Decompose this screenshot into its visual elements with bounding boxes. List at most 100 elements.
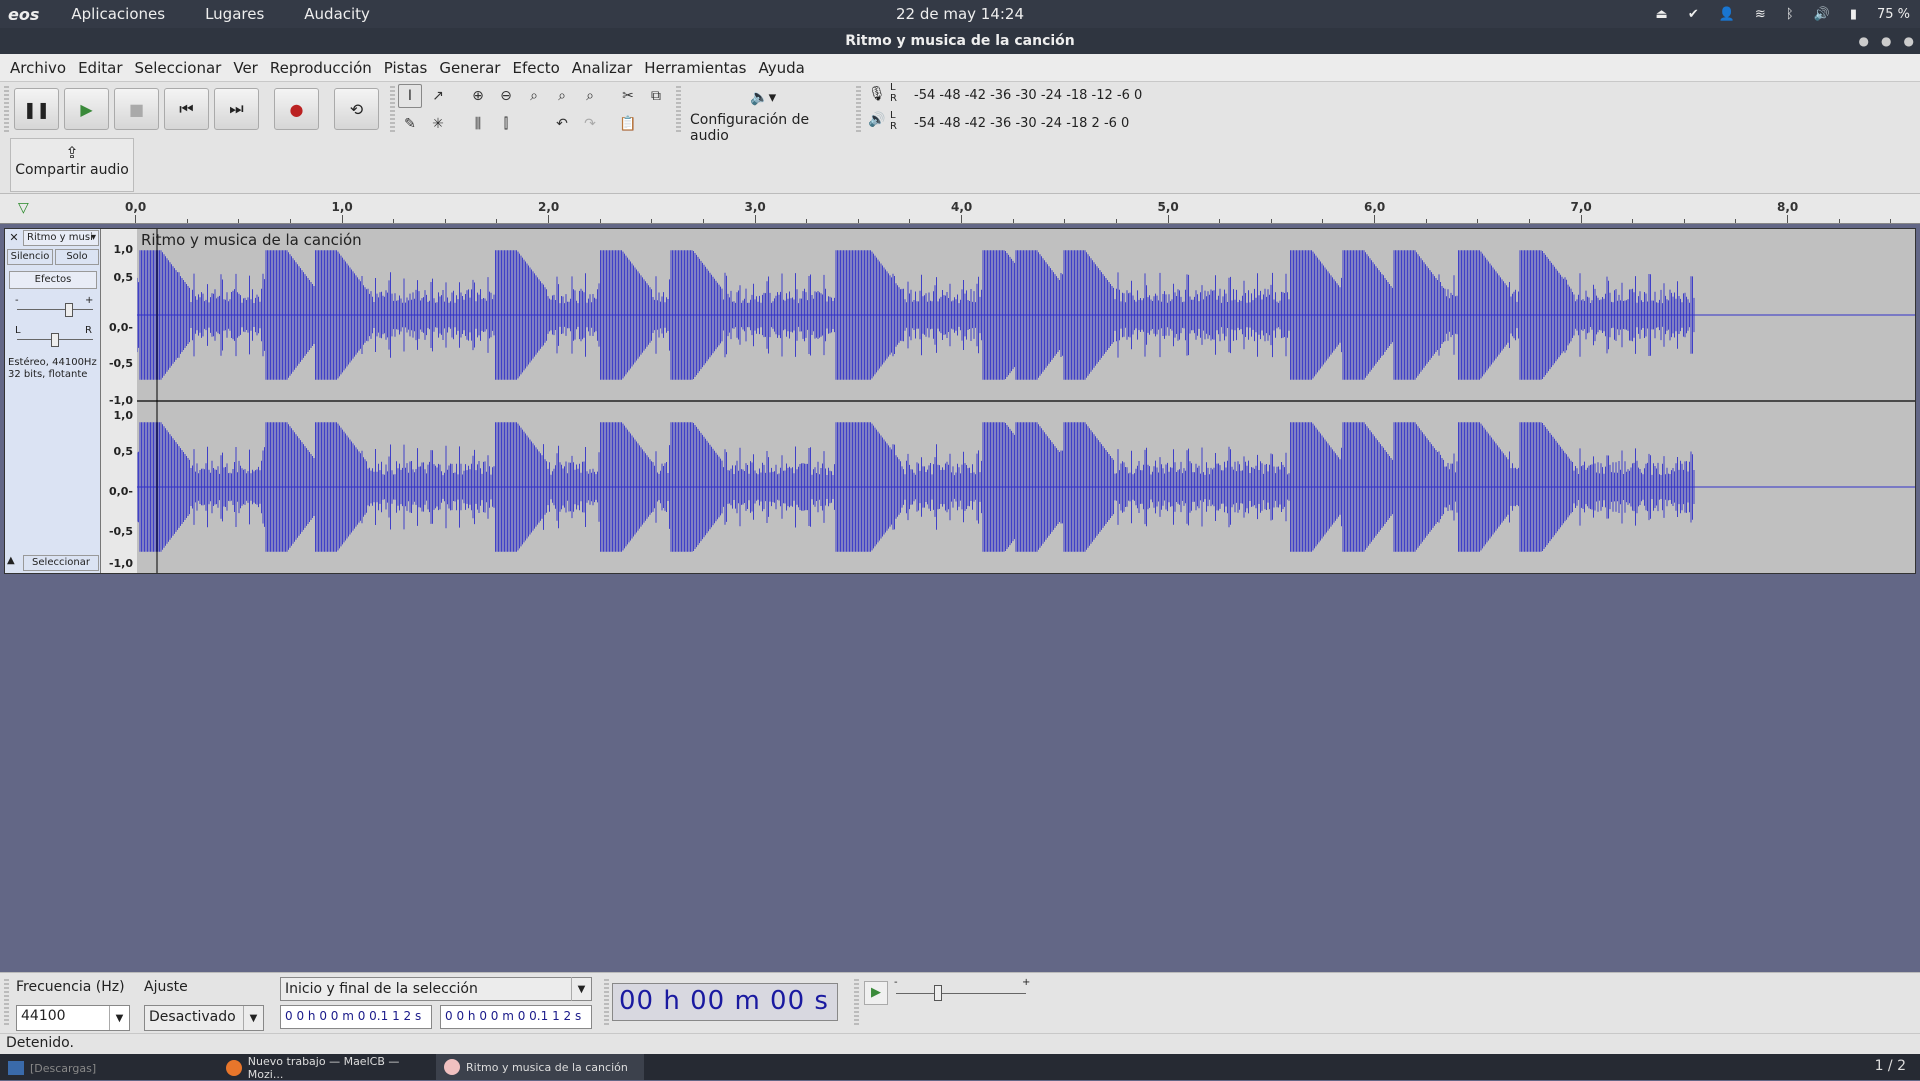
select-track-button[interactable]: Seleccionar — [23, 555, 99, 571]
solo-button[interactable]: Solo — [55, 249, 99, 265]
ruler-tick-mark — [909, 219, 911, 223]
eject-icon[interactable]: ⏏ — [1656, 7, 1668, 22]
menu-ver[interactable]: Ver — [227, 59, 264, 77]
draw-tool[interactable]: ✎ — [398, 112, 422, 136]
minimize-icon[interactable]: ● — [1859, 28, 1869, 54]
zoom-out-button[interactable]: ⊖ — [494, 84, 518, 108]
collapse-up-icon[interactable]: ▲ — [7, 555, 21, 571]
workspace-indicator[interactable]: 1 / 2 — [1875, 1058, 1906, 1074]
fit-selection-button[interactable]: ⌕ — [522, 84, 546, 108]
ruler-tick-mark — [599, 219, 601, 223]
skip-start-button[interactable]: ⏮ — [164, 88, 209, 130]
asterisk-icon: ✳ — [432, 116, 444, 132]
share-audio-button[interactable]: ⇪ Compartir audio — [10, 138, 134, 192]
updates-icon[interactable]: ✔ — [1688, 7, 1699, 22]
menu-pistas[interactable]: Pistas — [378, 59, 434, 77]
toolbar-grip[interactable] — [4, 86, 9, 132]
audacity-icon — [444, 1059, 460, 1075]
loop-icon: ⟲ — [349, 99, 364, 119]
menu-audacity[interactable]: Audacity — [304, 5, 370, 23]
menu-seleccionar[interactable]: Seleccionar — [129, 59, 228, 77]
chevron-down-icon[interactable]: ▼ — [243, 1006, 263, 1030]
loop-button[interactable]: ⟲ — [334, 88, 379, 130]
taskbar-item-audacity[interactable]: Ritmo y musica de la canción — [436, 1054, 644, 1080]
ruler-tick-mark — [1064, 219, 1066, 223]
menu-lugares[interactable]: Lugares — [205, 5, 264, 23]
paste-button[interactable]: 📋 — [616, 112, 640, 136]
wifi-icon[interactable]: ≋ — [1755, 7, 1766, 22]
speed-slider-thumb[interactable] — [934, 985, 942, 1001]
bluetooth-icon[interactable]: ᛒ — [1786, 7, 1794, 22]
skip-end-button[interactable]: ⏭ — [214, 88, 259, 130]
toolbar-grip[interactable] — [856, 86, 861, 132]
track-name-dropdown[interactable]: Ritmo y musi ▾ — [23, 230, 99, 246]
menu-analizar[interactable]: Analizar — [566, 59, 639, 77]
recording-meter[interactable]: -54 -48 -42 -36 -30 -24 -18 -12 -6 0 — [914, 88, 1142, 103]
chevron-down-icon[interactable]: ▼ — [109, 1006, 129, 1030]
timeline-ruler[interactable]: ▽ 0,0 1,0 2,0 3,0 4,0 5,0 6,0 7,0 8,0 — [0, 194, 1920, 224]
menu-generar[interactable]: Generar — [433, 59, 506, 77]
user-icon[interactable]: 👤 — [1719, 7, 1735, 22]
playback-meter[interactable]: -54 -48 -42 -36 -30 -24 -18 2 -6 0 — [914, 116, 1129, 131]
play-at-speed-button[interactable]: ▶ — [864, 981, 888, 1005]
volume-icon[interactable]: 🔊 — [1814, 7, 1830, 22]
waveform-display[interactable] — [137, 229, 1915, 573]
undo-button[interactable]: ↶ — [550, 112, 574, 136]
toolbar-grip[interactable] — [4, 979, 9, 1025]
effects-button[interactable]: Efectos — [9, 271, 97, 289]
track-close-icon[interactable]: ✕ — [7, 231, 21, 245]
time-display[interactable]: 00 h 00 m 00 s — [612, 983, 838, 1021]
mute-button[interactable]: Silencio — [7, 249, 53, 265]
selection-start-field[interactable]: 0 0 h 0 0 m 0 0.1 1 2 s — [280, 1005, 432, 1029]
toolbar-grip[interactable] — [390, 86, 395, 132]
pan-slider-thumb[interactable] — [51, 333, 59, 347]
silence-button[interactable]: ⫿ — [494, 112, 518, 136]
taskbar-item-descargas[interactable]: [Descargas] — [8, 1058, 218, 1078]
selection-end-field[interactable]: 0 0 h 0 0 m 0 0.1 1 2 s — [440, 1005, 592, 1029]
menu-ayuda[interactable]: Ayuda — [752, 59, 810, 77]
pause-button[interactable]: ❚❚ — [14, 88, 59, 130]
rate-combobox[interactable]: 44100 ▼ — [16, 1005, 130, 1031]
chevron-down-icon[interactable]: ▼ — [571, 977, 591, 1001]
toolbar-grip[interactable] — [854, 979, 859, 1025]
gain-slider-thumb[interactable] — [65, 303, 73, 317]
os-logo[interactable]: eos — [8, 5, 39, 24]
selection-mode-combobox[interactable]: Inicio y final de la selección ▼ — [280, 977, 592, 1001]
play-button[interactable]: ▶ — [64, 88, 109, 130]
play-head-triangle-icon[interactable]: ▽ — [18, 200, 29, 216]
zoom-in-button[interactable]: ⊕ — [466, 84, 490, 108]
menu-archivo[interactable]: Archivo — [4, 59, 72, 77]
speed-slider-track[interactable] — [896, 993, 1026, 994]
ruler-tick-mark — [1115, 219, 1117, 223]
cut-button[interactable]: ✂ — [616, 84, 640, 108]
snap-combobox[interactable]: Desactivado ▼ — [144, 1005, 264, 1031]
close-icon[interactable]: ● — [1904, 28, 1914, 54]
fit-project-button[interactable]: ⌕ — [550, 84, 574, 108]
selection-tool[interactable]: I — [398, 84, 422, 108]
menu-herramientas[interactable]: Herramientas — [638, 59, 752, 77]
menu-efecto[interactable]: Efecto — [506, 59, 565, 77]
copy-button[interactable]: ⧉ — [644, 84, 668, 108]
clip-title[interactable]: Ritmo y musica de la canción — [141, 231, 362, 249]
taskbar-item-firefox[interactable]: Nuevo trabajo — MaelCB — Mozi... — [226, 1055, 436, 1081]
ruler-tick-mark — [702, 219, 704, 223]
menu-editar[interactable]: Editar — [72, 59, 128, 77]
scale-label: -1,0 — [108, 557, 133, 570]
battery-icon[interactable]: ▮ — [1850, 7, 1857, 22]
multi-tool[interactable]: ✳ — [426, 112, 450, 136]
record-button[interactable]: ● — [274, 88, 319, 130]
maximize-icon[interactable]: ● — [1881, 28, 1891, 54]
audio-config-button[interactable]: 🔈▾ Configuración de audio — [680, 82, 850, 144]
toolbar-grip[interactable] — [604, 979, 609, 1025]
scale-label: 0,0- — [108, 321, 133, 334]
gain-slider-track[interactable] — [17, 309, 93, 310]
envelope-tool[interactable]: ↗ — [426, 84, 450, 108]
menu-aplicaciones[interactable]: Aplicaciones — [71, 5, 165, 23]
speaker-icon[interactable]: 🔊 — [868, 112, 885, 128]
microphone-icon[interactable]: 🎙 — [868, 86, 886, 102]
stop-button[interactable]: ■ — [114, 88, 159, 130]
menu-reproduccion[interactable]: Reproducción — [264, 59, 378, 77]
trim-button[interactable]: ⫼ — [466, 112, 490, 136]
zoom-toggle-button[interactable]: ⌕ — [578, 84, 602, 108]
redo-button[interactable]: ↷ — [578, 112, 602, 136]
